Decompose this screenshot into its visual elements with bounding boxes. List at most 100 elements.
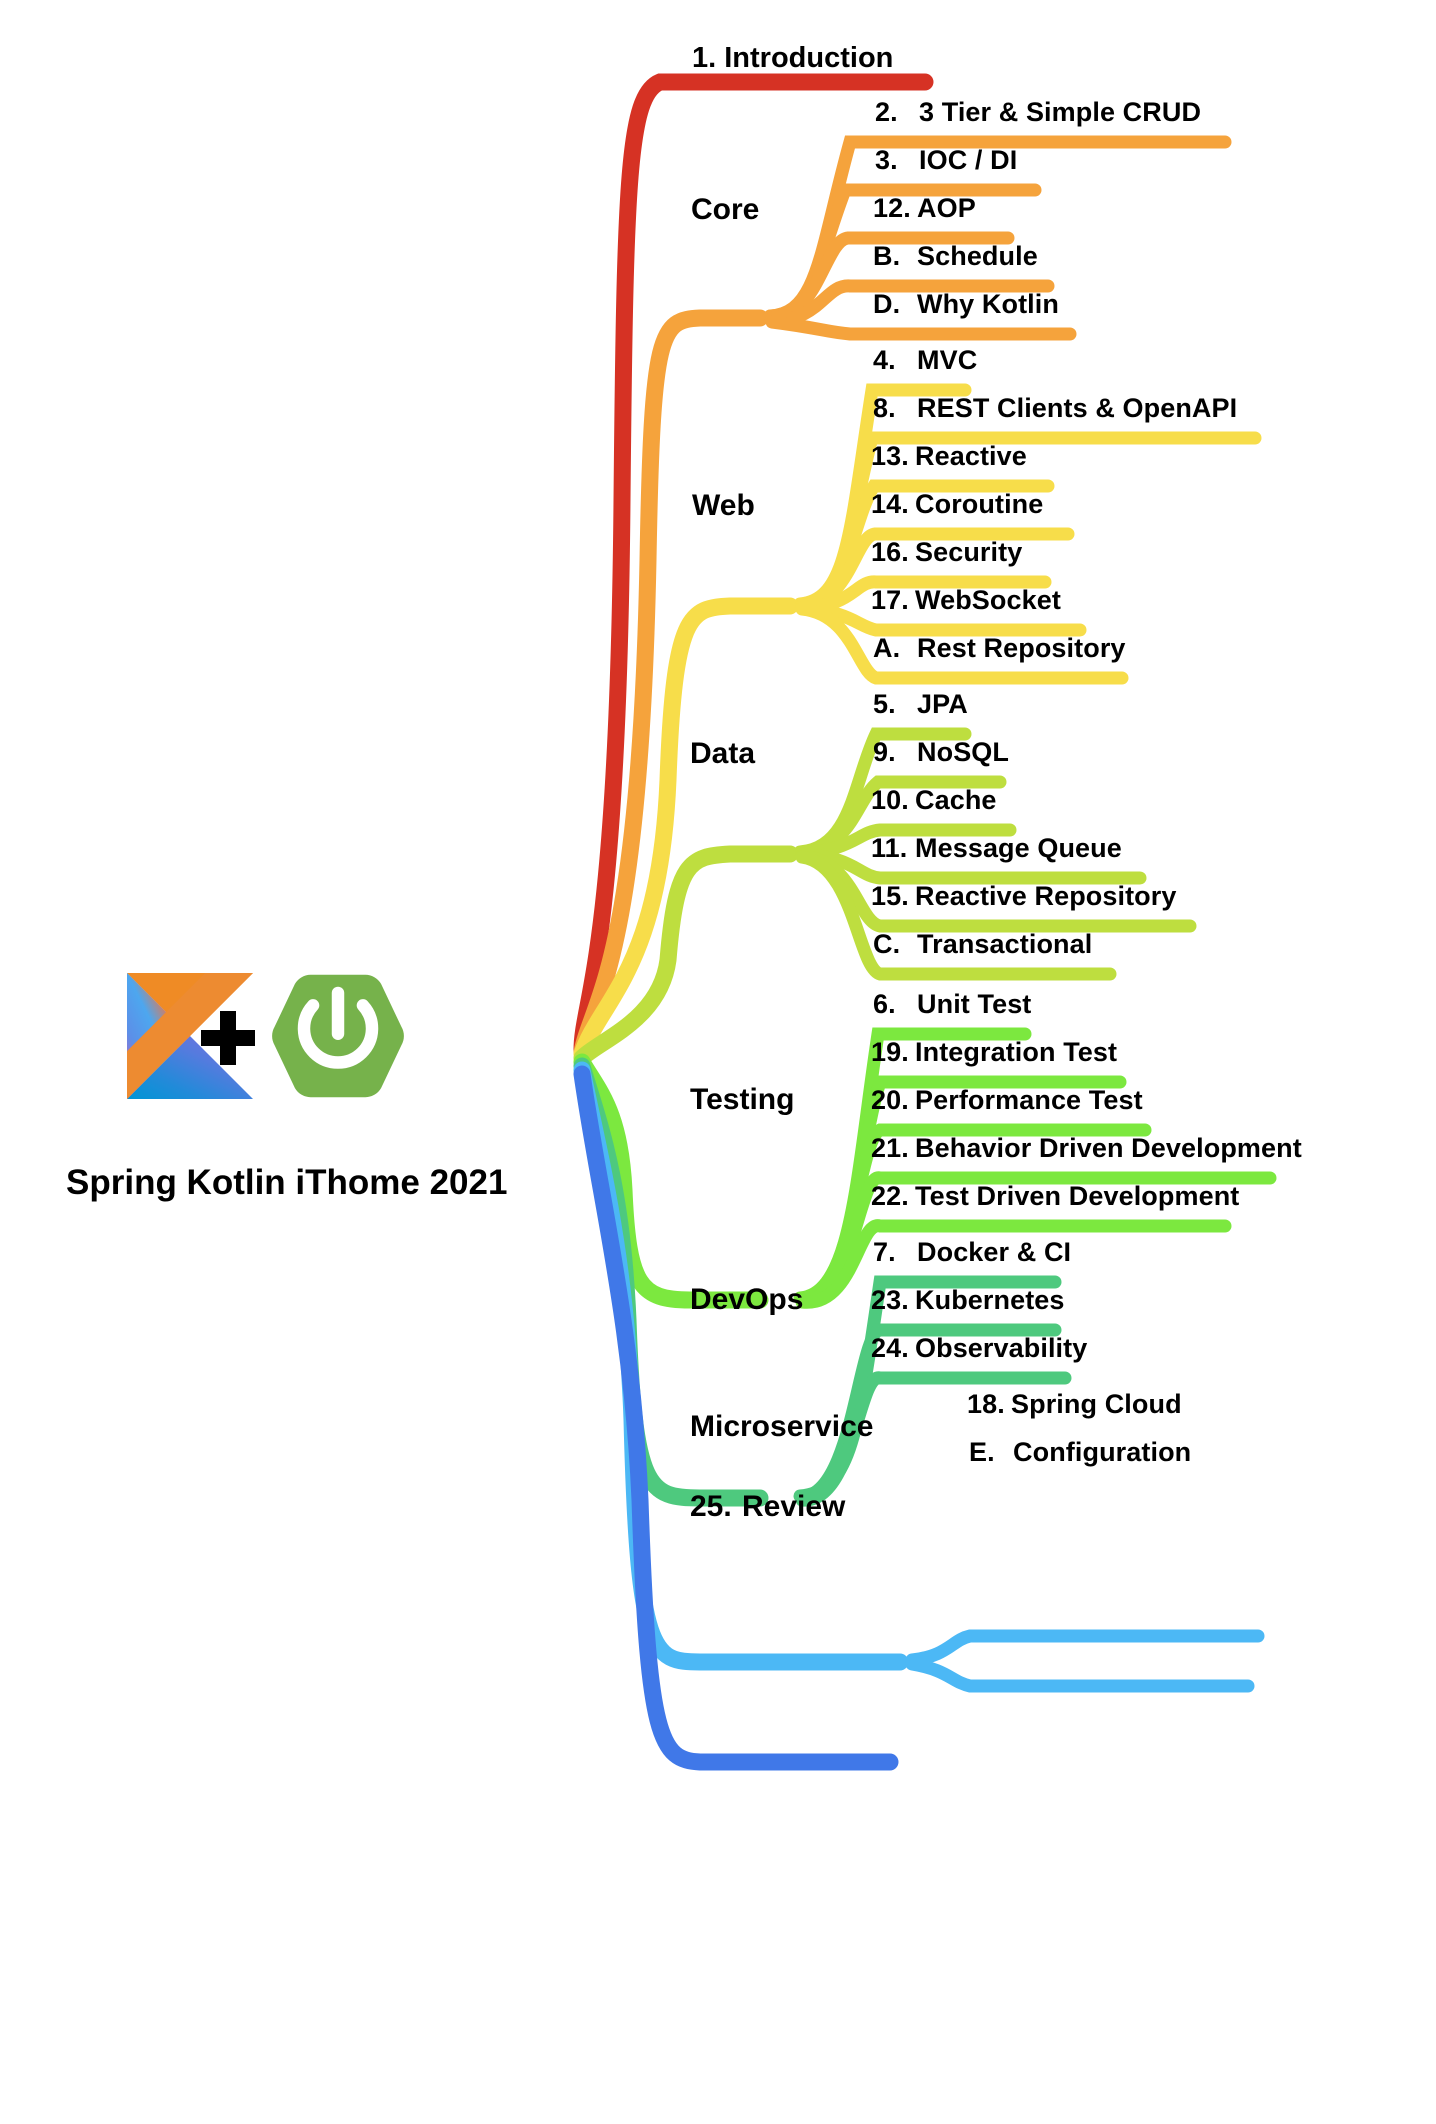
node-label: Test Driven Development: [915, 1181, 1240, 1211]
node-label: Unit Test: [917, 989, 1032, 1019]
node-devops-child-2[interactable]: 24. Observability: [871, 1335, 1087, 1362]
node-number: 16.: [871, 537, 909, 567]
plus-icon: [197, 1007, 259, 1069]
node-web-child-6[interactable]: A. Rest Repository: [873, 635, 1126, 662]
node-data-child-5[interactable]: C. Transactional: [873, 931, 1092, 958]
node-label: REST Clients & OpenAPI: [917, 393, 1238, 423]
node-number: D.: [873, 289, 901, 319]
node-number: 6.: [873, 989, 896, 1019]
node-number: 19.: [871, 1037, 909, 1067]
node-label: Kubernetes: [915, 1285, 1065, 1315]
branch-micro-child-E: [905, 1657, 1255, 1693]
node-number: 14.: [871, 489, 909, 519]
node-data[interactable]: Data: [690, 739, 755, 769]
node-microservice-child-0[interactable]: 18. Spring Cloud: [967, 1391, 1182, 1418]
node-label: Configuration: [1013, 1437, 1192, 1467]
node-number: 5.: [873, 689, 896, 719]
node-web-child-5[interactable]: 17. WebSocket: [871, 587, 1061, 614]
node-core-child-0[interactable]: 2. 3 Tier & Simple CRUD: [875, 99, 1201, 126]
node-introduction[interactable]: 1. Introduction: [692, 44, 893, 73]
node-number: 13.: [871, 441, 909, 471]
node-label: Docker & CI: [917, 1237, 1072, 1267]
node-number: 15.: [871, 881, 909, 911]
node-number: 8.: [873, 393, 896, 423]
node-label: Observability: [915, 1333, 1088, 1363]
node-microservice[interactable]: Microservice: [690, 1412, 873, 1442]
node-number: B.: [873, 241, 901, 271]
node-label: 3 Tier & Simple CRUD: [919, 97, 1202, 127]
node-label: Integration Test: [915, 1037, 1118, 1067]
node-data-child-4[interactable]: 15. Reactive Repository: [871, 883, 1177, 910]
node-core-child-2[interactable]: 12. AOP: [873, 195, 976, 222]
mindmap-canvas: Spring Kotlin iThome 2021 1. Introductio…: [0, 0, 1436, 2124]
node-core-child-1[interactable]: 3. IOC / DI: [875, 147, 1017, 174]
branch-core-child-D: [765, 315, 1077, 341]
node-label: Performance Test: [915, 1085, 1143, 1115]
node-core-child-3[interactable]: B. Schedule: [873, 243, 1038, 270]
node-review[interactable]: 25. Review: [690, 1492, 845, 1522]
node-testing-child-4[interactable]: 22. Test Driven Development: [871, 1183, 1239, 1210]
node-number: 7.: [873, 1237, 896, 1267]
node-number: 4.: [873, 345, 896, 375]
node-label: Schedule: [917, 241, 1038, 271]
node-number: C.: [873, 929, 901, 959]
node-data-child-0[interactable]: 5. JPA: [873, 691, 968, 718]
node-number: 21.: [871, 1133, 909, 1163]
node-number: 3.: [875, 145, 898, 175]
node-number: 25.: [690, 1490, 732, 1523]
node-label: IOC / DI: [919, 145, 1018, 175]
node-label: Security: [915, 537, 1023, 567]
node-number: 23.: [871, 1285, 909, 1315]
node-label: Message Queue: [915, 833, 1122, 863]
node-label: Spring Cloud: [1011, 1389, 1182, 1419]
node-label: MVC: [917, 345, 978, 375]
node-data-child-3[interactable]: 11. Message Queue: [871, 835, 1122, 862]
node-web-child-3[interactable]: 14. Coroutine: [871, 491, 1043, 518]
page-title: Spring Kotlin iThome 2021: [66, 1163, 508, 1202]
node-devops-child-1[interactable]: 23. Kubernetes: [871, 1287, 1065, 1314]
node-label: Reactive: [915, 441, 1027, 471]
node-testing[interactable]: Testing: [690, 1085, 794, 1115]
node-label: Cache: [915, 785, 997, 815]
node-data-child-2[interactable]: 10. Cache: [871, 787, 997, 814]
node-web-child-4[interactable]: 16. Security: [871, 539, 1022, 566]
node-web-child-2[interactable]: 13. Reactive: [871, 443, 1027, 470]
node-label: Why Kotlin: [917, 289, 1059, 319]
node-number: 12.: [873, 193, 911, 223]
node-web[interactable]: Web: [692, 491, 755, 521]
node-label: NoSQL: [917, 737, 1009, 767]
node-number: 20.: [871, 1085, 909, 1115]
node-label: Transactional: [917, 929, 1093, 959]
node-number: A.: [873, 633, 901, 663]
node-number: 11.: [871, 833, 908, 863]
node-label: WebSocket: [915, 585, 1061, 615]
node-label: JPA: [917, 689, 968, 719]
node-label: AOP: [917, 193, 976, 223]
node-number: 18.: [967, 1389, 1005, 1419]
node-number: 2.: [875, 97, 898, 127]
node-label: Behavior Driven Development: [915, 1133, 1302, 1163]
node-core[interactable]: Core: [691, 195, 759, 225]
node-number: 24.: [871, 1333, 909, 1363]
node-core-child-4[interactable]: D. Why Kotlin: [873, 291, 1059, 318]
node-data-child-1[interactable]: 9. NoSQL: [873, 739, 1009, 766]
branch-micro-child-18: [905, 1629, 1265, 1667]
spring-boot-logo: [270, 968, 406, 1104]
node-number: 22.: [871, 1181, 909, 1211]
node-web-child-0[interactable]: 4. MVC: [873, 347, 977, 374]
node-number: 17.: [871, 585, 909, 615]
node-testing-child-1[interactable]: 19. Integration Test: [871, 1039, 1117, 1066]
node-number: 9.: [873, 737, 896, 767]
node-devops-child-0[interactable]: 7. Docker & CI: [873, 1239, 1071, 1266]
node-number: 10.: [871, 785, 909, 815]
node-label: Rest Repository: [917, 633, 1126, 663]
node-testing-child-0[interactable]: 6. Unit Test: [873, 991, 1031, 1018]
node-label: Review: [742, 1490, 846, 1523]
node-testing-child-3[interactable]: 21. Behavior Driven Development: [871, 1135, 1302, 1162]
node-microservice-child-1[interactable]: E. Configuration: [969, 1439, 1191, 1466]
node-web-child-1[interactable]: 8. REST Clients & OpenAPI: [873, 395, 1237, 422]
node-testing-child-2[interactable]: 20. Performance Test: [871, 1087, 1143, 1114]
node-label: Reactive Repository: [915, 881, 1177, 911]
node-devops[interactable]: DevOps: [690, 1285, 803, 1315]
node-label: Coroutine: [915, 489, 1044, 519]
